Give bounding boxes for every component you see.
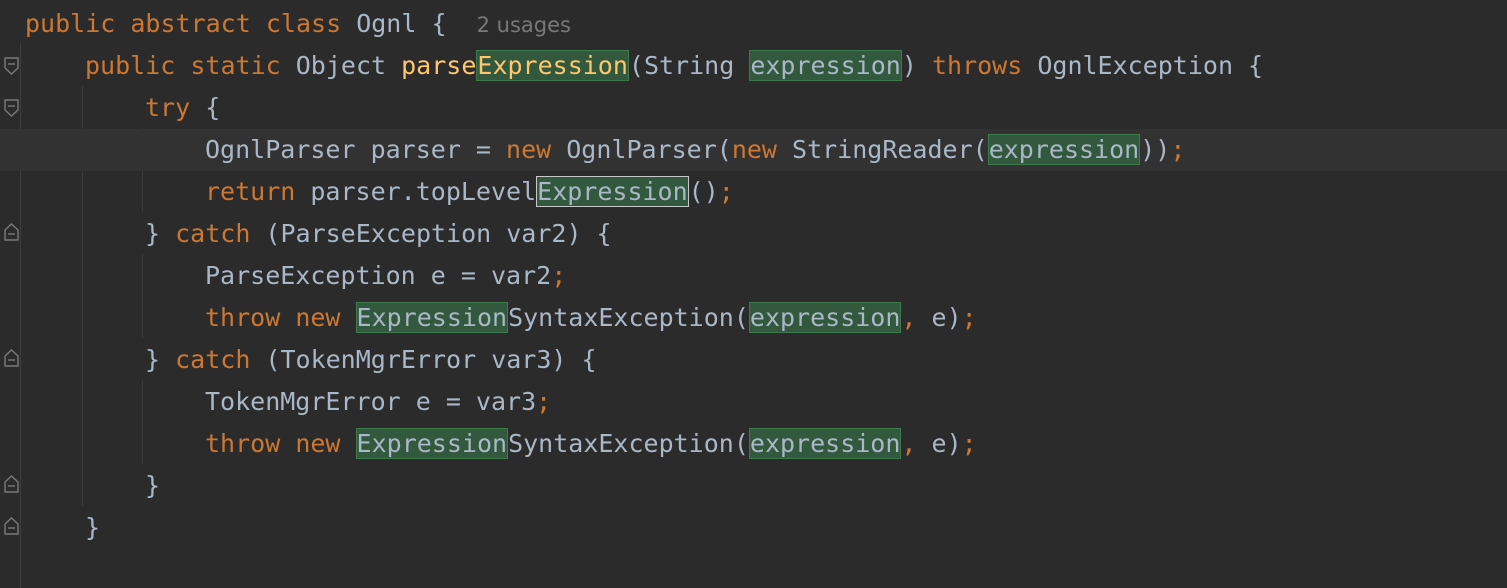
semicolon: ; bbox=[718, 177, 734, 206]
code-text: ) bbox=[901, 51, 917, 80]
code-text: SyntaxException( bbox=[508, 429, 749, 458]
param-highlight: expression bbox=[748, 428, 902, 459]
semicolon: ; bbox=[536, 387, 552, 416]
keyword: throws bbox=[931, 51, 1023, 80]
code-text: e) bbox=[916, 303, 962, 332]
keyword: abstract bbox=[130, 9, 251, 38]
code-line-close-method[interactable]: } bbox=[0, 507, 1507, 549]
brace: } bbox=[145, 471, 161, 500]
code-line-throw-1[interactable]: throw new ExpressionSyntaxException(expr… bbox=[0, 297, 1507, 339]
code-text: (String bbox=[628, 51, 750, 80]
code-line-try[interactable]: try { bbox=[0, 87, 1507, 129]
keyword: throw bbox=[205, 303, 281, 332]
search-match-highlight: Expression bbox=[355, 428, 509, 459]
semicolon: ; bbox=[961, 303, 977, 332]
code-line-return[interactable]: return parser.topLevelExpression(); bbox=[0, 171, 1507, 213]
method-name-part: parse bbox=[401, 51, 477, 80]
keyword: new bbox=[731, 135, 777, 164]
code-editor[interactable]: public abstract class Ognl { 2 usages pu… bbox=[0, 0, 1507, 588]
code-text: e) bbox=[916, 429, 962, 458]
keyword: catch bbox=[175, 219, 251, 248]
code-text: (TokenMgrError var3) { bbox=[250, 345, 597, 374]
code-line-token-error[interactable]: TokenMgrError e = var3; bbox=[0, 381, 1507, 423]
code-text: )) bbox=[1140, 135, 1171, 164]
keyword: try bbox=[145, 93, 191, 122]
keyword: new bbox=[506, 135, 552, 164]
code-line-parse-exception[interactable]: ParseException e = var2; bbox=[0, 255, 1507, 297]
code-text: () bbox=[688, 177, 719, 206]
keyword: catch bbox=[175, 345, 251, 374]
code-line-parser-current[interactable]: OgnlParser parser = new OgnlParser(new S… bbox=[0, 129, 1507, 171]
keyword: public bbox=[85, 51, 176, 80]
param-highlight: expression bbox=[748, 302, 902, 333]
keyword: static bbox=[190, 51, 281, 80]
code-text: SyntaxException( bbox=[508, 303, 749, 332]
semicolon: ; bbox=[961, 429, 977, 458]
code-line-method[interactable]: public static Object parseExpression(Str… bbox=[0, 45, 1507, 87]
usages-hint[interactable]: 2 usages bbox=[477, 13, 571, 37]
param-highlight: expression bbox=[749, 50, 902, 81]
code-line-close-catch[interactable]: } bbox=[0, 465, 1507, 507]
brace: } bbox=[145, 219, 176, 248]
code-text: OgnlParser parser = bbox=[205, 135, 507, 164]
param-highlight: expression bbox=[987, 134, 1141, 165]
code-text: OgnlParser( bbox=[551, 135, 732, 164]
comma: , bbox=[901, 429, 917, 458]
keyword: new bbox=[295, 303, 341, 332]
code-text: parser.topLevel bbox=[295, 177, 537, 206]
code-line-catch-parse[interactable]: } catch (ParseException var2) { bbox=[0, 213, 1507, 255]
code-line-catch-token[interactable]: } catch (TokenMgrError var3) { bbox=[0, 339, 1507, 381]
class-name: Ognl bbox=[356, 9, 417, 38]
search-match-current: Expression bbox=[536, 176, 689, 207]
comma: , bbox=[901, 303, 917, 332]
search-match-highlight: Expression bbox=[476, 50, 629, 81]
code-line-class[interactable]: public abstract class Ognl { 2 usages bbox=[0, 3, 1507, 45]
keyword: throw bbox=[205, 429, 281, 458]
semicolon: ; bbox=[1170, 135, 1186, 164]
code-line-throw-2[interactable]: throw new ExpressionSyntaxException(expr… bbox=[0, 423, 1507, 465]
brace: } bbox=[85, 513, 101, 542]
keyword: class bbox=[265, 9, 342, 38]
exception-name: OgnlException { bbox=[1037, 51, 1264, 80]
type-name: Object bbox=[295, 51, 387, 80]
keyword: new bbox=[295, 429, 341, 458]
code-text: ParseException e = var2 bbox=[205, 261, 552, 290]
code-text: TokenMgrError e = var3 bbox=[205, 387, 537, 416]
semicolon: ; bbox=[551, 261, 567, 290]
search-match-highlight: Expression bbox=[355, 302, 509, 333]
code-text: StringReader( bbox=[776, 135, 988, 164]
brace: { bbox=[205, 93, 221, 122]
brace: { bbox=[431, 9, 447, 38]
keyword: return bbox=[205, 177, 296, 206]
code-text: (ParseException var2) { bbox=[250, 219, 612, 248]
brace: } bbox=[145, 345, 176, 374]
keyword: public bbox=[25, 9, 116, 38]
